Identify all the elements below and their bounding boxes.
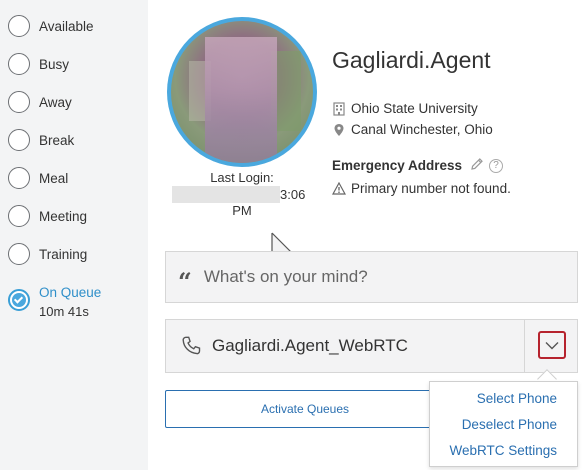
status-message-input[interactable]: “ What's on your mind? [165, 251, 578, 303]
divider [524, 320, 525, 372]
status-message-placeholder: What's on your mind? [203, 267, 368, 286]
status-sidebar: Available Busy Away Break Meal Meeting T… [0, 0, 148, 470]
menu-item-webrtc-settings[interactable]: WebRTC Settings [449, 443, 557, 458]
menu-item-deselect-phone[interactable]: Deselect Phone [462, 417, 557, 432]
last-login-time: 3:06 [280, 186, 306, 202]
phone-selector[interactable]: Gagliardi.Agent_WebRTC [165, 319, 578, 373]
on-queue-timer: 10m 41s [39, 304, 89, 319]
organization-text: Ohio State University [351, 101, 478, 116]
phone-options-button[interactable] [538, 331, 566, 359]
radio-button[interactable] [8, 15, 30, 37]
emergency-warning-text: Primary number not found. [351, 181, 511, 196]
location-pin-icon [332, 123, 346, 137]
redacted-date [172, 185, 280, 203]
status-label: Break [39, 132, 75, 148]
status-label: Away [39, 94, 72, 110]
status-label: On Queue [39, 284, 102, 300]
status-meal[interactable]: Meal [8, 165, 68, 191]
emergency-label: Emergency Address [332, 158, 463, 173]
status-meeting[interactable]: Meeting [8, 203, 87, 229]
agent-name: Gagliardi.Agent [332, 47, 491, 73]
location-row: Canal Winchester, Ohio [332, 122, 493, 137]
location-text: Canal Winchester, Ohio [351, 122, 493, 137]
radio-button-selected[interactable] [8, 289, 30, 311]
status-away[interactable]: Away [8, 89, 72, 115]
status-busy[interactable]: Busy [8, 51, 69, 77]
checkmark-icon [13, 294, 24, 304]
quote-icon: “ [178, 267, 192, 296]
status-label: Meal [39, 170, 69, 186]
organization-row: Ohio State University [332, 101, 478, 116]
emergency-warning-row: Primary number not found. [332, 181, 511, 196]
avatar-photo [171, 21, 313, 163]
status-label: Training [39, 246, 88, 262]
emergency-address-heading: Emergency Address ? [332, 157, 504, 174]
pencil-icon[interactable] [470, 157, 484, 174]
status-label: Available [39, 18, 94, 34]
last-login-value: 3:06 [172, 185, 305, 203]
radio-button[interactable] [8, 129, 30, 151]
activate-queues-button[interactable]: Activate Queues [165, 390, 445, 428]
help-icon[interactable]: ? [489, 158, 504, 173]
status-label: Busy [39, 56, 70, 72]
status-label: Meeting [39, 208, 88, 224]
status-training[interactable]: Training [8, 241, 87, 267]
avatar[interactable] [167, 17, 317, 167]
warning-icon [332, 182, 346, 196]
building-icon [332, 101, 346, 116]
radio-button[interactable] [8, 53, 30, 75]
chevron-down-icon [545, 341, 559, 349]
phone-options-menu: Select Phone Deselect Phone WebRTC Setti… [429, 381, 578, 467]
radio-button[interactable] [8, 167, 30, 189]
radio-button[interactable] [8, 243, 30, 265]
phone-icon [182, 336, 201, 355]
status-break[interactable]: Break [8, 127, 74, 153]
last-login-ampm: PM [232, 203, 252, 218]
status-available[interactable]: Available [8, 13, 94, 39]
radio-button[interactable] [8, 205, 30, 227]
phone-name: Gagliardi.Agent_WebRTC [212, 336, 408, 355]
radio-button[interactable] [8, 91, 30, 113]
menu-item-select-phone[interactable]: Select Phone [477, 391, 557, 406]
